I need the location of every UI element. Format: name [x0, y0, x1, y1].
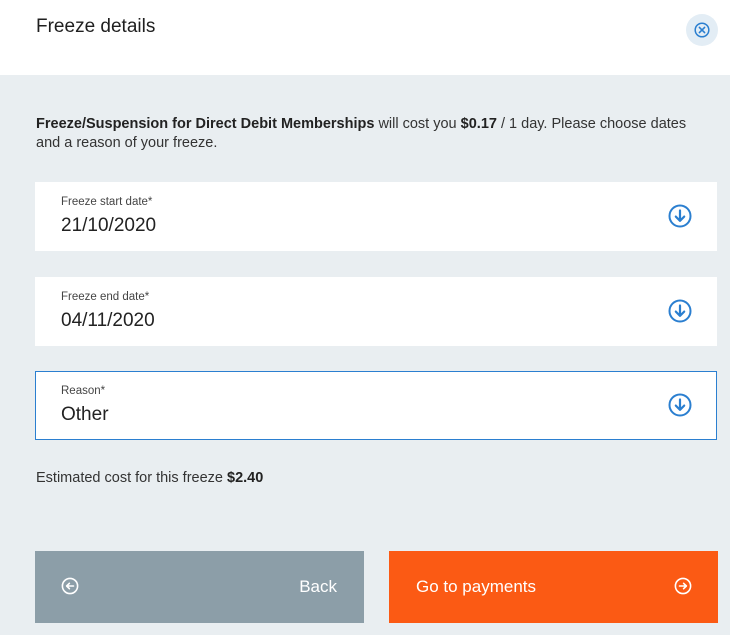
freeze-end-date-field[interactable]: Freeze end date* 04/11/2020 — [35, 277, 717, 346]
reason-label: Reason* — [61, 385, 106, 397]
back-button[interactable]: Back — [35, 551, 364, 623]
cost-prefix: will cost you — [374, 116, 461, 132]
dialog-title: Freeze details — [36, 16, 156, 37]
go-to-payments-label: Go to payments — [416, 577, 537, 596]
freeze-form-panel: Freeze/Suspension for Direct Debit Membe… — [0, 75, 730, 635]
estimated-cost-amount: $2.40 — [227, 470, 264, 486]
estimated-cost-label: Estimated cost for this freeze — [36, 470, 227, 486]
freeze-start-date-label: Freeze start date* — [61, 196, 153, 208]
arrow-down-circle-icon[interactable] — [668, 299, 692, 323]
freeze-end-date-value: 04/11/2020 — [61, 310, 155, 331]
arrow-right-circle-icon — [674, 577, 692, 595]
arrow-down-circle-icon[interactable] — [668, 204, 692, 228]
freeze-start-date-value: 21/10/2020 — [61, 215, 157, 236]
arrow-down-circle-icon[interactable] — [668, 393, 692, 417]
freeze-end-date-label: Freeze end date* — [61, 291, 150, 303]
reason-value: Other — [61, 404, 109, 425]
freeze-description: Freeze/Suspension for Direct Debit Membe… — [36, 115, 696, 153]
go-to-payments-button[interactable]: Go to payments — [389, 551, 718, 623]
dialog-header: Freeze details — [0, 0, 730, 75]
reason-select[interactable]: Reason* Other — [35, 371, 717, 440]
close-icon — [694, 22, 710, 38]
plan-name: Freeze/Suspension for Direct Debit Membe… — [36, 116, 375, 132]
arrow-left-circle-icon — [61, 577, 79, 595]
estimated-cost: Estimated cost for this freeze $2.40 — [36, 470, 263, 486]
close-button[interactable] — [686, 14, 718, 46]
back-button-label: Back — [299, 577, 337, 596]
freeze-details-dialog: Freeze details Freeze/Suspension for Dir… — [0, 0, 730, 635]
freeze-start-date-field[interactable]: Freeze start date* 21/10/2020 — [35, 182, 717, 251]
cost-per-day: $0.17 — [460, 116, 497, 132]
